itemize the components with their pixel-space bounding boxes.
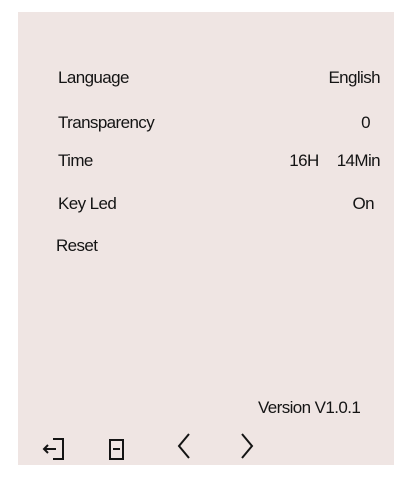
transparency-label: Transparency — [58, 113, 155, 132]
key-led-value[interactable]: On — [353, 192, 375, 216]
transparency-row[interactable]: Transparency 0 — [18, 111, 394, 135]
language-row[interactable]: Language English — [18, 66, 394, 90]
version-label: Version — [258, 398, 311, 417]
key-led-row[interactable]: Key Led On — [18, 192, 394, 216]
chevron-right-icon[interactable] — [234, 430, 264, 465]
time-value[interactable]: 16H 14Min — [289, 149, 380, 173]
exit-icon[interactable] — [40, 430, 70, 465]
version-info: Version V1.0.1 — [258, 396, 361, 420]
time-row[interactable]: Time 16H 14Min — [18, 149, 394, 173]
settings-panel: Language English Transparency 0 Time 16H… — [18, 12, 394, 465]
time-hours[interactable]: 16H — [289, 149, 319, 173]
reset-row[interactable]: Reset — [18, 234, 394, 258]
bottom-nav — [18, 430, 394, 465]
key-led-label: Key Led — [58, 194, 117, 213]
transparency-value[interactable]: 0 — [361, 111, 370, 135]
chevron-left-icon[interactable] — [172, 430, 202, 465]
menu-icon[interactable] — [104, 430, 134, 465]
language-value[interactable]: English — [328, 66, 380, 90]
reset-label[interactable]: Reset — [56, 234, 98, 258]
time-label: Time — [58, 151, 93, 170]
time-minutes[interactable]: 14Min — [337, 149, 381, 173]
version-value: V1.0.1 — [314, 398, 361, 417]
language-label: Language — [58, 68, 129, 87]
